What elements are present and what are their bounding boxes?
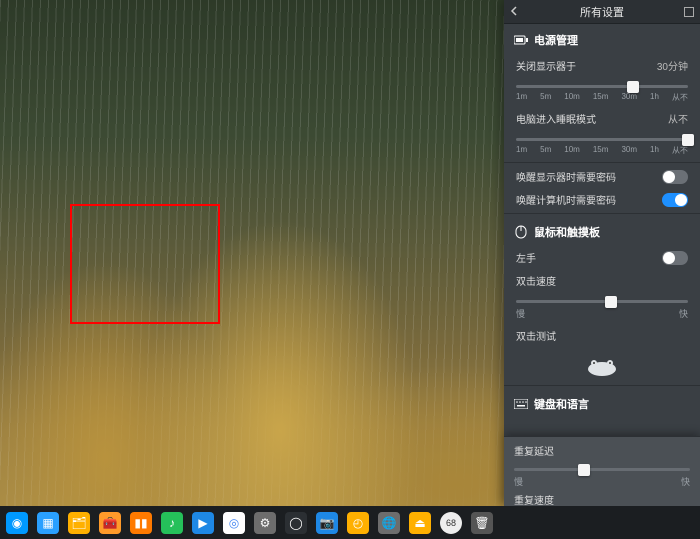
status-icon[interactable]: 68 [440, 512, 462, 534]
slider-thumb[interactable] [605, 296, 617, 308]
left-hand-label: 左手 [516, 250, 536, 265]
taskbar: ◉ ▦ 🗂 🧰 ▮▮ ♪ ▶ ◎ ⚙ ◯ 📷 ◴ 🌐 ⏏ 68 🗑 [0, 506, 700, 539]
slider-labels: 慢 快 [516, 307, 688, 320]
divider [504, 385, 700, 386]
keyboard-icon [514, 397, 528, 411]
dbl-speed-label: 双击速度 [516, 273, 556, 288]
slider-ticks: 1m 5m 10m 15m 30m 1h 从不 [516, 92, 688, 103]
row-sleep: 电脑进入睡眠模式 从不 [504, 107, 700, 130]
panel-header: 所有设置 [504, 0, 700, 24]
slider-dbl-speed[interactable]: 慢 快 [504, 292, 700, 324]
row-dbl-speed: 双击速度 [504, 269, 700, 292]
dbl-test-target[interactable] [582, 353, 622, 377]
overlay-popup: 重复延迟 慢 快 重复速度 [504, 436, 700, 506]
settings-icon[interactable]: ⚙ [254, 512, 276, 534]
slider-thumb[interactable] [682, 134, 694, 146]
sleep-value: 从不 [668, 111, 688, 126]
panel-title: 所有设置 [580, 4, 624, 20]
repeat-delay-label: 重复延迟 [514, 443, 554, 458]
selection-rectangle[interactable] [70, 204, 220, 324]
row-display-off: 关闭显示器于 30分钟 [504, 54, 700, 77]
tools-icon[interactable]: 🧰 [99, 512, 121, 534]
sleep-label: 电脑进入睡眠模式 [516, 111, 596, 126]
section-keyboard-label: 键盘和语言 [534, 396, 589, 412]
files-icon[interactable]: 🗂 [68, 512, 90, 534]
wake-computer-pw-label: 唤醒计算机时需要密码 [516, 192, 616, 207]
row-left-hand: 左手 [504, 246, 700, 269]
slider-labels: 慢 快 [514, 475, 690, 488]
divider [504, 213, 700, 214]
section-mouse-label: 鼠标和触摸板 [534, 224, 600, 240]
slider-repeat-delay[interactable]: 慢 快 [514, 460, 690, 490]
chrome-icon[interactable]: ◎ [223, 512, 245, 534]
app-store-icon[interactable]: ▮▮ [130, 512, 152, 534]
toggle-left-hand[interactable] [662, 251, 688, 265]
slider-sleep[interactable]: 1m 5m 10m 15m 30m 1h 从不 [504, 130, 700, 160]
slider-track[interactable] [514, 468, 690, 471]
eject-icon[interactable]: ⏏ [409, 512, 431, 534]
toggle-wake-computer-pw[interactable] [662, 193, 688, 207]
slider-track[interactable] [516, 138, 688, 141]
camera-icon[interactable]: 📷 [316, 512, 338, 534]
panel-body: 电源管理 关闭显示器于 30分钟 1m 5m 10m 15m 30m 1h 从不 [504, 24, 700, 506]
globe-icon[interactable]: 🌐 [378, 512, 400, 534]
display-off-label: 关闭显示器于 [516, 58, 576, 73]
toggle-wake-display-pw[interactable] [662, 170, 688, 184]
dbl-test-label: 双击测试 [516, 328, 556, 343]
loader-icon[interactable]: ◯ [285, 512, 307, 534]
radar-icon[interactable]: ◴ [347, 512, 369, 534]
display-off-value: 30分钟 [657, 58, 688, 73]
slider-track[interactable] [516, 85, 688, 88]
trash-icon[interactable]: 🗑 [471, 512, 493, 534]
slider-track[interactable] [516, 300, 688, 303]
row-repeat-delay: 重复延迟 [514, 441, 690, 460]
slider-thumb[interactable] [578, 464, 590, 476]
video-icon[interactable]: ▶ [192, 512, 214, 534]
row-dbl-test: 双击测试 [504, 324, 700, 347]
divider [504, 162, 700, 163]
wake-display-pw-label: 唤醒显示器时需要密码 [516, 169, 616, 184]
row-wake-computer-pw: 唤醒计算机时需要密码 [504, 188, 700, 211]
battery-icon [514, 33, 528, 47]
slider-ticks: 1m 5m 10m 15m 30m 1h 从不 [516, 145, 688, 156]
fullscreen-icon[interactable] [684, 7, 694, 17]
settings-panel: 所有设置 电源管理 关闭显示器于 30分钟 1m 5m [504, 0, 700, 506]
mouse-icon [514, 225, 528, 239]
section-power: 电源管理 [504, 24, 700, 54]
section-keyboard: 键盘和语言 [504, 388, 700, 418]
slider-thumb[interactable] [627, 81, 639, 93]
music-icon[interactable]: ♪ [161, 512, 183, 534]
slider-display-off[interactable]: 1m 5m 10m 15m 30m 1h 从不 [504, 77, 700, 107]
section-mouse: 鼠标和触摸板 [504, 216, 700, 246]
row-wake-display-pw: 唤醒显示器时需要密码 [504, 165, 700, 188]
back-icon[interactable] [510, 6, 520, 16]
multitask-icon[interactable]: ▦ [37, 512, 59, 534]
desktop[interactable]: 所有设置 电源管理 关闭显示器于 30分钟 1m 5m [0, 0, 700, 539]
repeat-rate-label: 重复速度 [514, 492, 554, 507]
launcher-icon[interactable]: ◉ [6, 512, 28, 534]
section-power-label: 电源管理 [534, 32, 578, 48]
